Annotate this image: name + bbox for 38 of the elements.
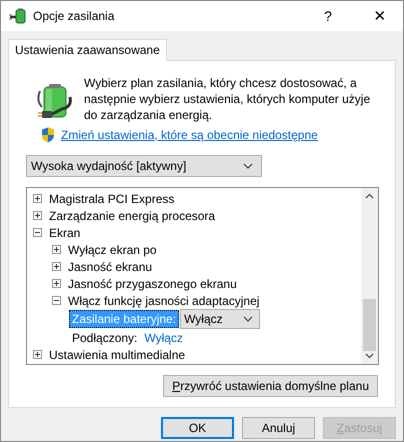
tree-item[interactable]: Jasność przygaszonego ekranu [68,276,237,290]
setting-value-link[interactable]: Wyłącz [144,330,183,344]
setting-label[interactable]: Podłączony: [69,328,140,346]
setting-dropdown[interactable]: Wyłącz [180,309,260,329]
expand-icon[interactable] [33,194,42,203]
restore-defaults-button[interactable]: Przywróć ustawienia domyślne planu [163,375,378,397]
tree-item[interactable]: Włącz funkcję jasności adaptacyjnej [68,294,260,308]
expand-icon[interactable] [52,279,61,288]
plan-dropdown[interactable]: Wysoka wydajność [aktywny] [26,155,262,177]
help-button[interactable]: ? [305,1,351,31]
chevron-down-icon [243,316,254,322]
window-title: Opcje zasilania [33,9,116,23]
tab[interactable]: Ustawienia zaawansowane [8,39,167,61]
tree-item[interactable]: Ustawienia multimedialne [49,348,186,362]
dialog-button[interactable]: OK [161,417,234,439]
collapse-icon[interactable] [33,228,42,237]
dialog-button[interactable]: Anuluj [242,417,315,439]
close-button[interactable]: ✕ [357,1,403,31]
chevron-down-icon [243,163,253,169]
scroll-thumb[interactable] [363,299,376,351]
expand-icon[interactable] [33,350,42,359]
scrollbar[interactable] [361,188,378,364]
change-settings-link[interactable]: Zmień ustawienia, które są obecnie niedostępne [61,128,318,142]
tree-item[interactable]: Wyłącz ekran po [68,242,157,256]
expand-icon[interactable] [52,262,61,271]
expand-icon[interactable] [33,211,42,220]
tree-item[interactable]: Zarządzanie energią procesora [49,208,216,222]
scroll-up-icon[interactable] [365,193,374,199]
tree-item[interactable]: Ekran [49,226,80,240]
tree-item[interactable]: Jasność ekranu [68,260,152,274]
battery-plug-icon [36,81,72,121]
collapse-icon[interactable] [52,296,61,305]
tree-item[interactable]: Magistrala PCI Express [49,192,174,206]
expand-icon[interactable] [52,245,61,254]
scroll-down-icon[interactable] [365,353,374,359]
intro-text: Wybierz plan zasilania, który chcesz dostosować, a następnie wybierz ustawienia, których komputer użyje do zarządzania energią. [84,75,372,123]
battery-plug-icon [9,8,27,24]
shield-icon [41,127,55,143]
